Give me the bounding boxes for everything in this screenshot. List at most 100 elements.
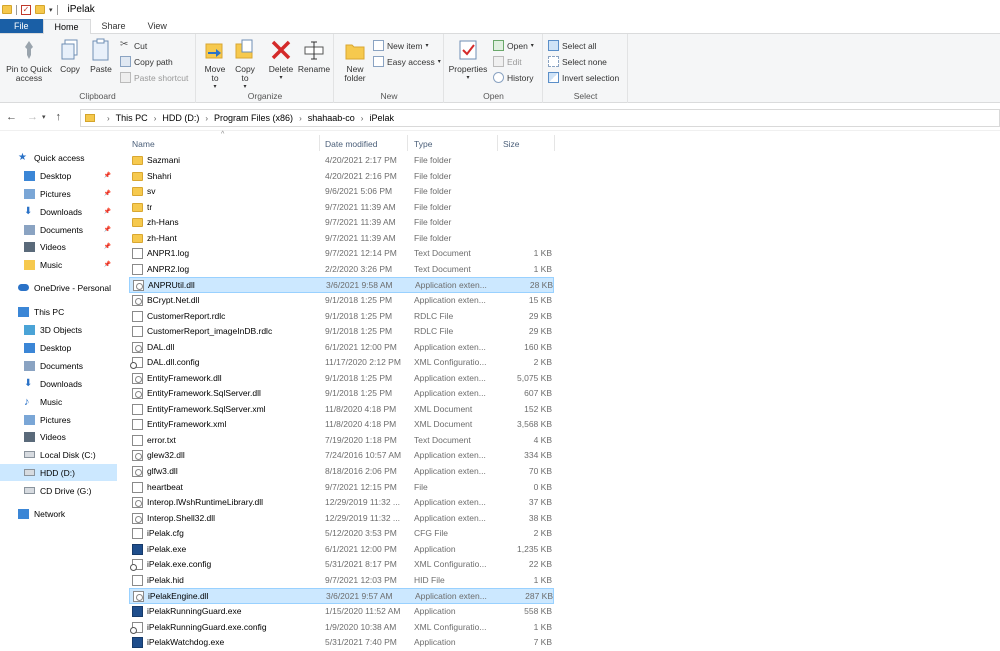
file-row[interactable]: error.txt 7/19/2020 1:18 PM Text Document 4… xyxy=(129,433,554,449)
move-to-button[interactable]: Move to ▾ xyxy=(201,38,229,92)
column-date-modified[interactable]: Date modified xyxy=(325,139,377,149)
file-row[interactable]: iPelakRunningGuard.exe 1/15/2020 11:52 AM… xyxy=(129,604,554,620)
pin-icon[interactable]: 📌 xyxy=(104,243,111,250)
nav-item[interactable]: ★ Quick access xyxy=(0,149,117,166)
file-row[interactable]: ANPR2.log 2/2/2020 3:26 PM Text Document 1 … xyxy=(129,262,554,278)
file-row[interactable]: zh-Hans 9/7/2021 11:39 AM File folder xyxy=(129,215,554,231)
nav-item[interactable]: Desktop xyxy=(0,339,117,356)
nav-item[interactable]: 3D Objects xyxy=(0,321,117,338)
nav-item[interactable]: Pictures xyxy=(0,411,117,428)
address-bar[interactable]: › This PC › HDD (D:) › Program Files (x8… xyxy=(80,109,1000,127)
column-type[interactable]: Type xyxy=(414,139,432,149)
properties-check-icon[interactable]: ✓ xyxy=(21,4,31,15)
file-row[interactable]: Interop.Shell32.dll 12/29/2019 11:32 ... A… xyxy=(129,511,554,527)
tab-share[interactable]: Share xyxy=(91,19,137,33)
paste-button[interactable]: Paste xyxy=(88,38,114,74)
file-row[interactable]: iPelak.cfg 5/12/2020 3:53 PM CFG File 2 KB xyxy=(129,526,554,542)
pin-icon[interactable]: 📌 xyxy=(104,172,111,179)
file-row[interactable]: BCrypt.Net.dll 9/1/2018 1:25 PM Applicatio… xyxy=(129,293,554,309)
file-row[interactable]: iPelak.exe.config 5/31/2021 8:17 PM XML Co… xyxy=(129,557,554,573)
history-button[interactable]: History xyxy=(493,72,533,83)
nav-item[interactable]: ♪ Music xyxy=(0,393,117,410)
select-none-button[interactable]: Select none xyxy=(548,56,607,67)
nav-item[interactable]: ⬇ Downloads xyxy=(0,375,117,392)
easy-access-button[interactable]: Easy access ▾ xyxy=(373,56,441,67)
folder-icon[interactable] xyxy=(2,5,12,14)
file-row[interactable]: EntityFramework.xml 11/8/2020 4:18 PM XML … xyxy=(129,417,554,433)
file-row[interactable]: iPelakRunningGuard.exe.config 1/9/2020 10… xyxy=(129,620,554,636)
pin-quick-access-button[interactable]: Pin to Quick access xyxy=(4,38,54,83)
nav-item[interactable]: OneDrive - Personal xyxy=(0,279,117,296)
delete-button[interactable]: Delete ▾ xyxy=(267,38,295,83)
properties-button[interactable]: Properties ▾ xyxy=(447,38,489,83)
file-row[interactable]: iPelakEngine.dll 3/6/2021 9:57 AM Applicat… xyxy=(129,588,554,604)
nav-item[interactable]: Documents xyxy=(0,357,117,374)
file-row[interactable]: sv 9/6/2021 5:06 PM File folder xyxy=(129,184,554,200)
file-row[interactable]: glfw3.dll 8/18/2016 2:06 PM Application ex… xyxy=(129,464,554,480)
nav-item[interactable]: HDD (D:) xyxy=(0,464,117,481)
pin-icon[interactable]: 📌 xyxy=(104,190,111,197)
pin-icon[interactable]: 📌 xyxy=(104,261,111,268)
chevron-right-icon[interactable]: › xyxy=(154,114,157,123)
file-row[interactable]: DAL.dll 6/1/2021 12:00 PM Application exte… xyxy=(129,340,554,356)
tab-view[interactable]: View xyxy=(137,19,178,33)
back-arrow-icon[interactable]: ← xyxy=(6,111,17,123)
file-row[interactable]: CustomerReport.rdlc 9/1/2018 1:25 PM RDLC … xyxy=(129,309,554,325)
nav-item[interactable]: Local Disk (C:) xyxy=(0,446,117,463)
copy-button[interactable]: Copy xyxy=(58,38,82,74)
nav-item[interactable]: Pictures 📌 xyxy=(0,185,117,202)
customize-dropdown-icon[interactable]: ▾ xyxy=(49,6,53,14)
breadcrumb-shahaab-co[interactable]: shahaab-co xyxy=(308,113,355,123)
file-row[interactable]: EntityFramework.SqlServer.xml 11/8/2020 4… xyxy=(129,402,554,418)
nav-item[interactable]: Network xyxy=(0,505,117,522)
nav-item[interactable]: CD Drive (G:) xyxy=(0,482,117,499)
file-row[interactable]: ANPR1.log 9/7/2021 12:14 PM Text Document 1… xyxy=(129,246,554,262)
cut-button[interactable]: ✂ Cut xyxy=(120,40,147,51)
file-row[interactable]: EntityFramework.dll 9/1/2018 1:25 PM Appli… xyxy=(129,371,554,387)
file-row[interactable]: iPelak.hid 9/7/2021 12:03 PM HID File 1 KB xyxy=(129,573,554,589)
nav-item[interactable]: Desktop 📌 xyxy=(0,167,117,184)
new-item-button[interactable]: New item ▾ xyxy=(373,40,428,51)
copy-to-button[interactable]: Copy to ▾ xyxy=(231,38,259,92)
chevron-right-icon[interactable]: › xyxy=(299,114,302,123)
recent-dropdown-icon[interactable]: ▾ xyxy=(42,113,46,123)
file-row[interactable]: heartbeat 9/7/2021 12:15 PM File 0 KB xyxy=(129,480,554,496)
file-row[interactable]: DAL.dll.config 11/17/2020 2:12 PM XML Conf… xyxy=(129,355,554,371)
nav-item[interactable]: Videos xyxy=(0,428,117,445)
new-folder-icon[interactable] xyxy=(35,5,45,14)
select-all-button[interactable]: Select all xyxy=(548,40,597,51)
column-size[interactable]: Size xyxy=(503,139,520,149)
tab-home[interactable]: Home xyxy=(42,19,91,34)
file-row[interactable]: EntityFramework.SqlServer.dll 9/1/2018 1:… xyxy=(129,386,554,402)
column-divider[interactable] xyxy=(407,135,408,151)
file-row[interactable]: glew32.dll 7/24/2016 10:57 AM Application … xyxy=(129,448,554,464)
file-row[interactable]: zh-Hant 9/7/2021 11:39 AM File folder xyxy=(129,231,554,247)
pin-icon[interactable]: 📌 xyxy=(104,226,111,233)
file-row[interactable]: ANPRUtil.dll 3/6/2021 9:58 AM Application … xyxy=(129,277,554,293)
file-row[interactable]: tr 9/7/2021 11:39 AM File folder xyxy=(129,200,554,216)
file-row[interactable]: Sazmani 4/20/2021 2:17 PM File folder xyxy=(129,153,554,169)
edit-button[interactable]: Edit xyxy=(493,56,522,67)
nav-item[interactable]: Videos 📌 xyxy=(0,238,117,255)
rename-button[interactable]: Rename xyxy=(297,38,331,74)
column-divider[interactable] xyxy=(497,135,498,151)
column-divider[interactable] xyxy=(319,135,320,151)
breadcrumb-ipelak[interactable]: iPelak xyxy=(369,113,394,123)
open-button[interactable]: Open ▾ xyxy=(493,40,534,51)
pin-icon[interactable]: 📌 xyxy=(104,208,111,215)
up-arrow-icon[interactable]: ↑ xyxy=(56,111,62,123)
nav-item[interactable]: Documents 📌 xyxy=(0,221,117,238)
chevron-right-icon[interactable]: › xyxy=(361,114,364,123)
nav-item[interactable]: ⬇ Downloads 📌 xyxy=(0,203,117,220)
forward-arrow-icon[interactable]: → xyxy=(27,111,38,123)
copy-path-button[interactable]: Copy path xyxy=(120,56,173,67)
file-row[interactable]: iPelak.exe 6/1/2021 12:00 PM Application 1,… xyxy=(129,542,554,558)
column-name[interactable]: Name xyxy=(132,139,155,149)
column-divider[interactable] xyxy=(554,135,555,151)
invert-selection-button[interactable]: Invert selection xyxy=(548,72,619,83)
chevron-right-icon[interactable]: › xyxy=(107,114,110,123)
new-folder-button[interactable]: New folder xyxy=(339,38,371,83)
breadcrumb-this-pc[interactable]: This PC xyxy=(116,113,148,123)
nav-item[interactable]: Music 📌 xyxy=(0,256,117,273)
file-row[interactable]: Interop.IWshRuntimeLibrary.dll 12/29/2019… xyxy=(129,495,554,511)
